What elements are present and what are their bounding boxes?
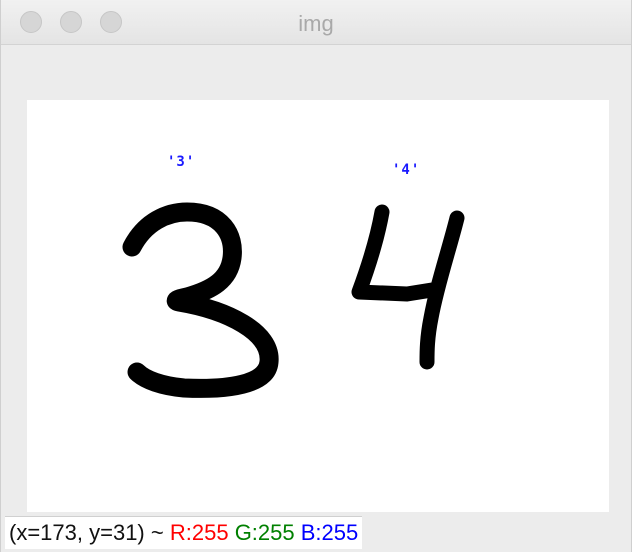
digit-four-right-stroke [419, 210, 465, 370]
pixel-status-bar: (x=173, y=31) ~ R:255 G:255 B:255 [5, 516, 363, 549]
image-window: img '3' '4' (x=173, y=31) ~ R:255 G:255 … [0, 0, 632, 552]
cursor-position: (x=173, y=31) ~ [9, 520, 164, 545]
handwritten-digits [122, 202, 465, 398]
red-channel-value: R:255 [169, 520, 229, 545]
title-bar[interactable]: img [1, 0, 631, 45]
digit-label-4: '4' [392, 162, 421, 178]
digit-four-left-stroke [351, 204, 440, 302]
window-title: img [298, 11, 334, 36]
blue-channel-value: B:255 [300, 520, 359, 545]
digit-label-3: '3' [167, 154, 196, 170]
digit-three-stroke [122, 202, 279, 398]
green-channel-value: G:255 [234, 520, 295, 545]
image-canvas[interactable]: '3' '4' [27, 100, 609, 512]
